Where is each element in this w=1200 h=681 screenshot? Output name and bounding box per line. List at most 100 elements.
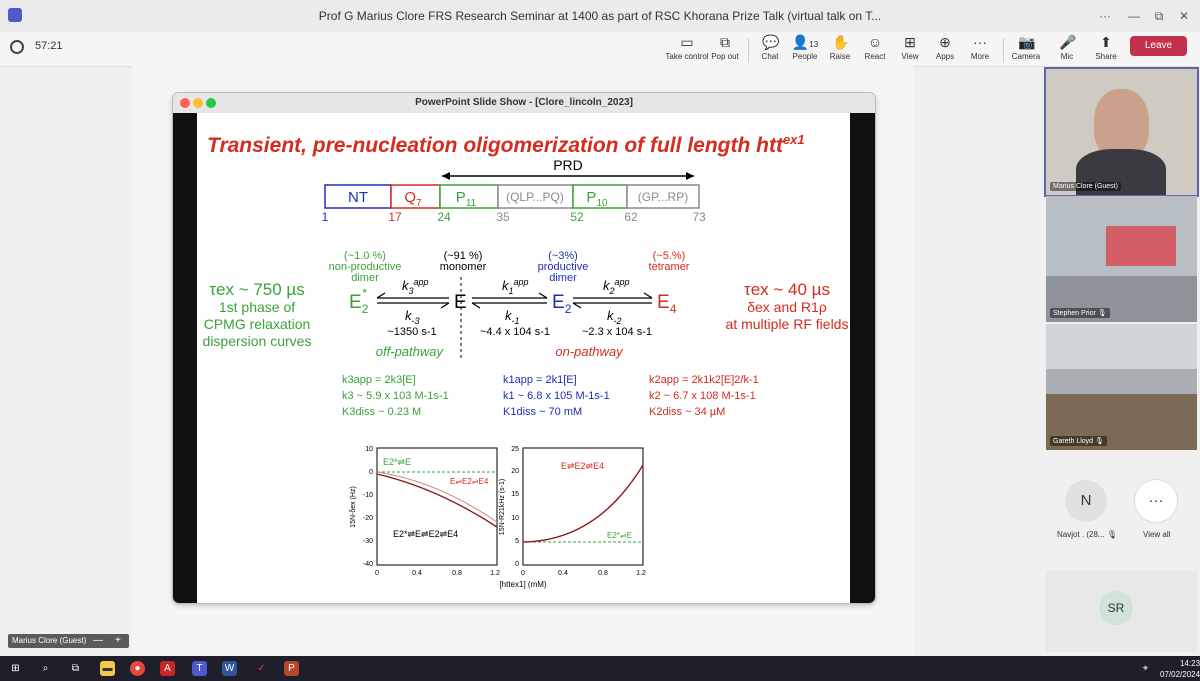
teams-taskbar-icon[interactable]: T: [192, 661, 207, 676]
eq-mid-1: k1app = 2k1[E]: [503, 374, 577, 386]
domain-qlp-label: (QLP...PQ): [506, 190, 564, 204]
share-button[interactable]: ⬆ Share: [1083, 34, 1129, 61]
search-icon[interactable]: ⌕: [38, 661, 53, 676]
zoom-out-button[interactable]: —: [93, 634, 103, 648]
acrobat-icon[interactable]: A: [160, 661, 175, 676]
right-ytick-5: 5: [515, 538, 519, 545]
position-17: 17: [388, 210, 402, 224]
clock-date: 07/02/2024: [1160, 670, 1200, 679]
more-button[interactable]: ··· More: [957, 34, 1003, 61]
chat-label: Chat: [761, 52, 779, 61]
right-ytick-20: 20: [511, 468, 519, 475]
participant-tile-stephen[interactable]: Stephen Prior 🎙: [1046, 196, 1197, 322]
rate-values: ~1350 s-1 ~4.4 x 104 s-1 ~2.3 x 104 s-1: [387, 326, 652, 338]
right-plot-label-e-e2-e4: E⇌E2⇌E4: [561, 461, 604, 471]
dispersion-line: dispersion curves: [203, 333, 312, 349]
eq-left-2: k3 ~ 5.9 x 103 M-1s-1: [342, 390, 449, 402]
k3-rate: ~1350 s-1: [387, 326, 436, 338]
left-ytick-10: 10: [365, 446, 373, 453]
slide-letterbox-left: [173, 113, 197, 603]
position-1: 1: [322, 210, 329, 224]
right-ytick-15: 15: [511, 491, 519, 498]
taskbar-clock[interactable]: 14:23 07/02/2024: [1160, 658, 1200, 680]
e-line1: monomer: [440, 261, 487, 273]
zoom-in-button[interactable]: +: [115, 634, 121, 648]
pop-out-label: Pop out: [711, 52, 739, 61]
position-52: 52: [570, 210, 584, 224]
take-control-icon: ▭: [680, 34, 694, 50]
react-label: React: [864, 52, 886, 61]
task-view-icon[interactable]: ⧉: [68, 661, 83, 676]
file-explorer-icon[interactable]: ▬: [100, 661, 115, 676]
tau-ex-left: τex ~ 750 µs: [209, 280, 304, 299]
e4-line1: tetramer: [649, 261, 690, 273]
participant-tile-marius[interactable]: Marius Clore (Guest): [1044, 67, 1199, 197]
eq-mid-2: k1 ~ 6.8 x 105 M-1s-1: [503, 390, 610, 402]
people-icon: 👤13: [791, 34, 819, 50]
position-24: 24: [437, 210, 451, 224]
right-xtick-04: 0.4: [558, 570, 568, 577]
position-73: 73: [692, 210, 706, 224]
left-ytick-0: 0: [369, 469, 373, 476]
right-ytick-10: 10: [511, 515, 519, 522]
k1-rate: ~4.4 x 104 s-1: [480, 326, 550, 338]
camera-button[interactable]: 📷 Camera: [1003, 34, 1049, 61]
powerpoint-icon[interactable]: P: [284, 661, 299, 676]
eq-mid-3: K1diss ~ 70 mM: [503, 406, 582, 418]
e2star-line2: dimer: [351, 272, 379, 284]
left-plot-ylabel: 15N-δex (Hz): [350, 486, 357, 528]
equations: k3app = 2k3[E] k3 ~ 5.9 x 103 M-1s-1 K3d…: [342, 374, 759, 418]
participant-tile-sr[interactable]: SR: [1046, 571, 1197, 652]
e2-line2: dimer: [549, 272, 577, 284]
share-icon: ⬆: [1100, 34, 1112, 50]
off-pathway-label: off-pathway: [376, 344, 445, 359]
mic-muted-icon: 🎙: [1095, 438, 1104, 445]
left-ytick-neg20: -20: [363, 515, 373, 522]
navjot-label: Navjot . (28... 🎙: [1057, 530, 1117, 539]
on-pathway-label: on-pathway: [555, 344, 624, 359]
powerpoint-window: PowerPoint Slide Show - [Clore_lincoln_2…: [173, 93, 875, 603]
eq-left-3: K3diss ~ 0.23 M: [342, 406, 421, 418]
view-all-button[interactable]: ···: [1135, 480, 1177, 522]
pop-out-icon: ⧉: [720, 34, 730, 50]
pop-out-button[interactable]: ⧉ Pop out: [702, 34, 748, 61]
left-ytick-neg10: -10: [363, 492, 373, 499]
network-icon[interactable]: ⌖: [1138, 661, 1153, 676]
left-plot-label-e-e2-e4: E⇌E2⇌E4: [450, 477, 489, 486]
camera-label: Camera: [1011, 52, 1041, 61]
slide-title: Transient, pre-nucleation oligomerizatio…: [207, 132, 805, 157]
left-ytick-neg40: -40: [363, 561, 373, 568]
slide-letterbox-right: [850, 113, 875, 603]
window-more-button[interactable]: ···: [1093, 6, 1117, 26]
eq-right-2: k2 ~ 6.7 x 108 M-1s-1: [649, 390, 756, 402]
camera-off-icon: 📷: [1018, 34, 1036, 50]
right-ytick-25: 25: [511, 446, 519, 453]
left-ytick-neg30: -30: [363, 538, 373, 545]
participant-name: Gareth Lloyd 🎙: [1050, 436, 1107, 446]
navjot-avatar[interactable]: N: [1065, 480, 1107, 522]
react-icon: ☺: [867, 34, 883, 50]
domain-nt-label: NT: [348, 189, 368, 206]
participant-tile-gareth[interactable]: Gareth Lloyd 🎙: [1046, 324, 1197, 450]
right-xtick-08: 0.8: [598, 570, 608, 577]
chrome-icon[interactable]: ●: [130, 661, 145, 676]
presenter-label: Marius Clore (Guest): [8, 634, 91, 648]
slide-canvas: Transient, pre-nucleation oligomerizatio…: [197, 113, 850, 603]
view-all-label: View all: [1143, 530, 1171, 539]
app-icon[interactable]: ✓: [254, 661, 269, 676]
position-62: 62: [624, 210, 638, 224]
meeting-toolbar: 57:21 ▭ Take control ⧉ Pop out 💬 Chat 👤1…: [0, 32, 1200, 67]
room-ceiling: [1046, 324, 1197, 369]
domain-gp-label: (GP...RP): [638, 190, 688, 204]
more-label: More: [970, 52, 990, 61]
tau-ex-right: τex ~ 40 µs: [744, 280, 830, 299]
start-icon[interactable]: ⊞: [8, 661, 23, 676]
restore-button[interactable]: ⧉: [1147, 6, 1171, 26]
leave-button[interactable]: Leave: [1130, 36, 1187, 56]
view-icon: ⊞: [904, 34, 916, 50]
word-icon[interactable]: W: [222, 661, 237, 676]
close-button[interactable]: ✕: [1172, 6, 1196, 26]
minimize-button[interactable]: —: [1122, 6, 1146, 26]
windows-taskbar: ⊞ ⌕ ⧉ ▬ ● A T W ✓ P ⌖ 14:23 07/02/2024: [0, 656, 1200, 681]
left-plot-label-e2star-e: E2*⇌E: [383, 457, 411, 467]
